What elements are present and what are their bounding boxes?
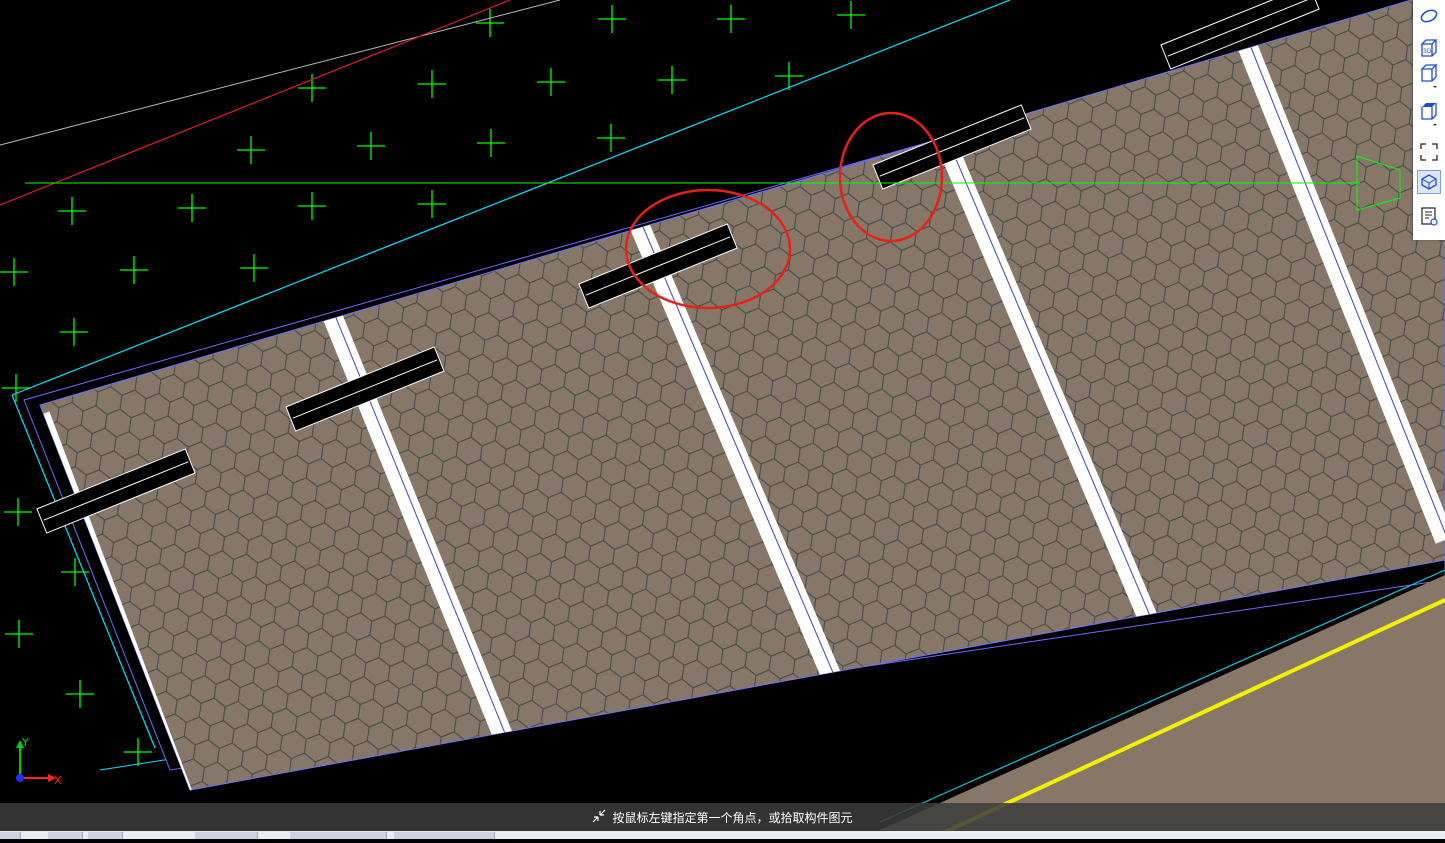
grid-marker (178, 194, 206, 222)
grid-marker (237, 136, 265, 164)
grid-marker (4, 498, 32, 526)
grid-marker (418, 70, 446, 98)
grid-marker (58, 197, 86, 225)
red-boundary-line (0, 0, 511, 206)
grid-marker (0, 258, 28, 286)
grid-marker (476, 9, 504, 37)
grid-marker (2, 374, 30, 402)
grid-marker (240, 254, 268, 282)
status-cell[interactable] (290, 832, 387, 839)
svg-text:3D: 3D (1423, 48, 1432, 55)
status-cell[interactable] (195, 832, 258, 839)
view-toolbar: 3D (1413, 0, 1445, 240)
grid-marker (775, 62, 803, 90)
status-cell[interactable] (48, 832, 83, 839)
collapse-arrows-icon[interactable] (592, 809, 606, 826)
status-bar (0, 831, 1445, 839)
grid-marker (418, 190, 446, 218)
zoom-extents-icon[interactable] (1417, 140, 1441, 164)
properties-list-icon[interactable] (1417, 204, 1441, 228)
command-hint-bar: 按鼠标左键指定第一个角点，或拾取构件图元 (0, 803, 1445, 831)
orbit-icon[interactable] (1417, 4, 1441, 28)
display-settings-icon[interactable] (1417, 170, 1441, 194)
drawing-canvas[interactable]: Y X (0, 0, 1445, 841)
grid-marker (658, 66, 686, 94)
gray-boundary-line (0, 0, 561, 146)
axis-y-label: Y (21, 738, 29, 749)
view-cube-dropdown-icon[interactable] (1417, 64, 1441, 88)
grid-marker (298, 74, 326, 102)
grid-marker (66, 680, 94, 708)
grid-marker (717, 5, 745, 33)
grid-marker (537, 68, 565, 96)
axis-x-label: X (54, 774, 62, 787)
grid-marker (598, 5, 626, 33)
grid-marker (61, 558, 89, 586)
grid-marker (120, 256, 148, 284)
hint-text: 按鼠标左键指定第一个角点，或拾取构件图元 (612, 810, 853, 825)
grid-marker (597, 124, 625, 152)
grid-marker (124, 738, 152, 766)
grid-marker (298, 192, 326, 220)
grid-marker (477, 129, 505, 157)
status-cell[interactable] (88, 832, 123, 839)
coordinate-axis-indicator: Y X (16, 738, 62, 787)
status-cell[interactable] (394, 832, 495, 839)
grid-marker (837, 1, 865, 29)
view-3d-icon[interactable]: 3D (1417, 36, 1441, 60)
grid-marker (357, 132, 385, 160)
grid-marker (5, 620, 33, 648)
status-cell[interactable] (0, 832, 21, 839)
grid-marker (60, 318, 88, 346)
view-box-dropdown-icon[interactable] (1417, 102, 1441, 126)
